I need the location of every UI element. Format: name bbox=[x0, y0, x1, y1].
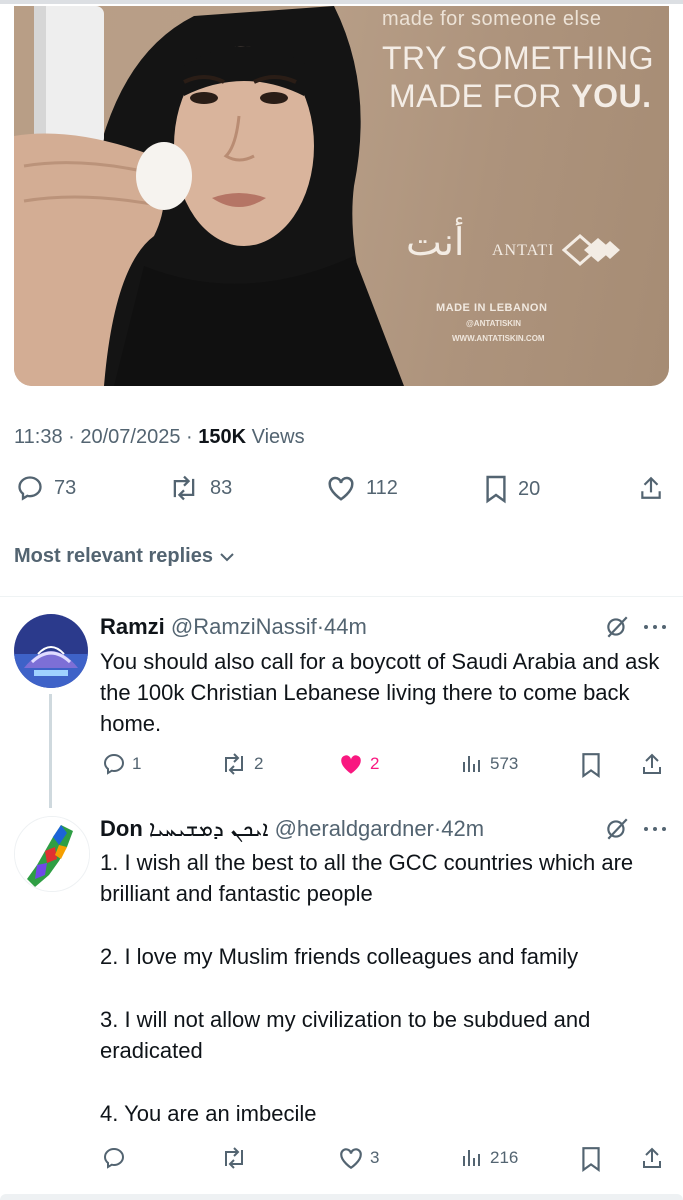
share-button[interactable] bbox=[638, 474, 664, 502]
reply-paragraph: 2. I love my Muslim friends colleagues a… bbox=[100, 944, 579, 969]
bookmark-icon bbox=[582, 1147, 600, 1172]
repost-icon bbox=[225, 1147, 243, 1169]
reply-paragraph: 1. I wish all the best to all the GCC co… bbox=[100, 850, 634, 906]
bookmark-icon bbox=[486, 475, 506, 504]
reply-views-button[interactable]: 573 bbox=[460, 752, 518, 776]
reply-paragraph: 4. You are an imbecile bbox=[100, 1101, 317, 1126]
thread-line bbox=[49, 694, 52, 808]
reply-header: Don ܐܝܟܢ ܕܡܫܝܚܝܐ @heraldgardner·42m bbox=[100, 816, 485, 842]
share-icon bbox=[643, 1147, 661, 1168]
like-button[interactable]: 112 bbox=[326, 474, 398, 502]
reply-text: 1. I wish all the best to all the GCC co… bbox=[100, 847, 670, 1129]
ad-website: WWW.ANTATISKIN.COM bbox=[452, 334, 545, 343]
reply-like-button[interactable]: 2 bbox=[338, 752, 379, 776]
reply-share-button[interactable] bbox=[640, 752, 664, 776]
reply-share-button[interactable] bbox=[640, 1146, 664, 1170]
repost-icon bbox=[225, 753, 243, 775]
bottom-edge bbox=[0, 1194, 683, 1200]
reply-header: Ramzi @RamziNassif·44m bbox=[100, 614, 367, 639]
more-icon[interactable] bbox=[640, 614, 670, 640]
more-icon[interactable] bbox=[640, 816, 670, 842]
top-edge bbox=[0, 0, 683, 4]
share-icon bbox=[641, 476, 661, 499]
display-name-extra[interactable]: ܐܝܟܢ ܕܡܫܝܚܝܐ bbox=[149, 817, 269, 842]
reply-like-button[interactable]: 3 bbox=[338, 1146, 379, 1170]
post-date: 20/07/2025 bbox=[80, 426, 181, 448]
ad-tagline: made for someone else bbox=[382, 8, 602, 30]
reply-time[interactable]: 44m bbox=[324, 614, 367, 639]
ad-brand: ANTATI bbox=[492, 242, 555, 259]
chevron-down-icon bbox=[220, 552, 234, 561]
grok-icon[interactable] bbox=[604, 816, 630, 842]
ad-photo bbox=[14, 6, 404, 386]
reply-reply-button[interactable] bbox=[102, 1146, 126, 1170]
post-image[interactable]: made for someone else TRY SOMETHING MADE… bbox=[14, 6, 669, 386]
views-label[interactable]: Views bbox=[252, 426, 305, 448]
reply-text: You should also call for a boycott of Sa… bbox=[100, 649, 660, 736]
reply-reply-button[interactable]: 1 bbox=[102, 752, 141, 776]
heart-icon bbox=[328, 476, 354, 501]
reply-header-actions bbox=[604, 614, 670, 640]
display-name[interactable]: Don bbox=[100, 816, 143, 841]
reply-repost-button[interactable] bbox=[220, 1146, 248, 1170]
reply-paragraph: 3. I will not allow my civilization to b… bbox=[100, 1007, 591, 1063]
reply-icon bbox=[18, 476, 42, 501]
bookmark-icon bbox=[582, 753, 600, 778]
ad-made-in: MADE IN LEBANON bbox=[436, 302, 548, 314]
ad-handle: @ANTATISKIN bbox=[466, 319, 522, 328]
reply-icon bbox=[103, 753, 125, 775]
grok-icon[interactable] bbox=[604, 614, 630, 640]
heart-filled-icon bbox=[341, 755, 361, 774]
ad-headline-2: MADE FOR YOU. bbox=[389, 78, 652, 114]
post-time: 11:38 bbox=[14, 426, 63, 448]
display-name[interactable]: Ramzi bbox=[100, 614, 165, 639]
reply-repost-button[interactable]: 2 bbox=[220, 752, 263, 776]
reply-header-actions bbox=[604, 816, 670, 842]
divider bbox=[0, 596, 683, 597]
repost-button[interactable]: 83 bbox=[168, 474, 232, 502]
reply-button[interactable]: 73 bbox=[16, 474, 76, 502]
post-actions: 73 83 112 20 bbox=[0, 474, 683, 510]
avatar[interactable] bbox=[14, 614, 88, 688]
brand-logo-icon bbox=[562, 234, 620, 266]
share-icon bbox=[643, 753, 661, 774]
heart-icon bbox=[340, 1148, 362, 1170]
user-handle[interactable]: @RamziNassif bbox=[171, 614, 317, 639]
avatar-image bbox=[14, 614, 88, 688]
reply-icon bbox=[103, 1147, 125, 1169]
reply-bookmark-button[interactable] bbox=[580, 1146, 602, 1172]
ad-headline: TRY SOMETHING bbox=[382, 40, 655, 76]
avatar-image bbox=[15, 817, 89, 891]
reply-views-button[interactable]: 216 bbox=[460, 1146, 518, 1170]
post-meta: 11:38 · 20/07/2025 · 150K Views bbox=[14, 426, 305, 448]
user-handle[interactable]: @heraldgardner bbox=[275, 816, 434, 841]
analytics-icon bbox=[463, 756, 480, 772]
replies-sort-dropdown[interactable]: Most relevant replies bbox=[14, 545, 237, 568]
reply-bookmark-button[interactable] bbox=[580, 752, 602, 778]
avatar[interactable] bbox=[14, 816, 90, 892]
ad-arabic-logo: أنت bbox=[406, 220, 465, 264]
views-count: 150K bbox=[198, 426, 247, 448]
analytics-icon bbox=[463, 1150, 480, 1166]
reply-time[interactable]: 42m bbox=[441, 816, 484, 841]
repost-icon bbox=[173, 475, 195, 501]
bookmark-button[interactable]: 20 bbox=[484, 474, 540, 504]
